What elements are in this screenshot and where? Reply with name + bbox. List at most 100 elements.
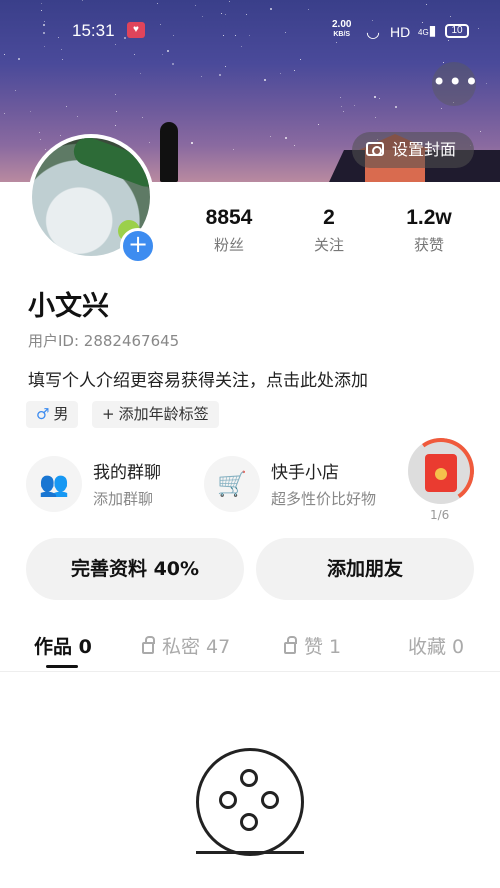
cover-star: [76, 115, 78, 117]
cover-star: [294, 144, 296, 146]
cover-star: [293, 70, 295, 72]
active-tab-indicator: [46, 665, 78, 668]
stat-fans-value: 8854: [205, 206, 253, 229]
plus-icon: +: [127, 230, 149, 258]
more-dots-icon: •••: [432, 68, 481, 96]
tab-works[interactable]: 作品 0: [34, 632, 92, 659]
cover-star: [486, 83, 488, 85]
cover-star: [4, 113, 6, 115]
status-bar: 15:31 ♥ 2.00 KB/S ◡ HD 4G▮ 10: [0, 0, 500, 62]
reel-hole: [261, 791, 279, 809]
cover-star: [225, 65, 227, 67]
kuaishou-shop[interactable]: 🛒 快手小店 超多性价比好物: [204, 454, 404, 514]
tab-private-label: 私密 47: [162, 636, 231, 658]
cover-person-silhouette: [160, 122, 178, 182]
cover-star: [172, 62, 175, 65]
camera-icon: [366, 142, 384, 156]
stat-fans-label: 粉丝: [213, 236, 244, 254]
tab-favorites[interactable]: 收藏 0: [408, 632, 464, 659]
complete-profile-button[interactable]: 完善资料 40%: [26, 538, 244, 600]
tab-liked[interactable]: 赞 1: [284, 632, 341, 659]
cover-star: [39, 138, 41, 140]
red-envelope-widget[interactable]: [402, 432, 480, 510]
reel-hole: [240, 769, 258, 787]
set-cover-label: 设置封面: [392, 140, 457, 159]
cover-star: [375, 117, 377, 119]
film-reel-tail: [196, 851, 304, 854]
set-cover-button[interactable]: 设置封面: [352, 132, 474, 168]
app-notification-icon: ♥: [127, 22, 145, 38]
male-icon: ♂: [36, 405, 50, 423]
cover-star: [317, 124, 319, 126]
stat-likes-value: 1.2w: [406, 206, 452, 229]
battery-level: 10: [451, 25, 463, 36]
stat-following-value: 2: [323, 206, 335, 229]
cover-star: [340, 97, 342, 99]
cover-star: [116, 110, 118, 112]
status-time: 15:31: [72, 21, 115, 40]
network-speed: 2.00 KB/S: [332, 20, 351, 40]
signal-icon: 4G▮: [418, 22, 437, 38]
tab-liked-label: 赞 1: [304, 636, 342, 658]
reel-hole: [240, 813, 258, 831]
hd-label: HD: [390, 24, 411, 40]
cover-star: [114, 124, 116, 126]
profile-intro[interactable]: 填写个人介绍更容易获得关注，点击此处添加: [28, 366, 368, 391]
shop-title: 快手小店: [271, 463, 339, 483]
cover-star: [14, 90, 16, 92]
cover-star: [149, 142, 151, 144]
my-group-chat[interactable]: 👥 我的群聊 添加群聊: [26, 454, 196, 514]
cover-star: [285, 137, 288, 140]
stat-following[interactable]: 2 关注: [279, 206, 379, 255]
battery-icon: 10: [445, 24, 469, 38]
add-friend-button[interactable]: 添加朋友: [256, 538, 474, 600]
cover-star: [114, 94, 116, 96]
user-id[interactable]: 用户ID: 2882467645: [28, 330, 179, 351]
stat-likes[interactable]: 1.2w 获赞: [379, 206, 479, 255]
group-chat-subtitle: 添加群聊: [93, 490, 154, 508]
group-users-icon: 👥: [26, 456, 82, 512]
avatar-add-button[interactable]: +: [120, 228, 156, 264]
cover-star: [340, 106, 342, 108]
cover-star: [441, 108, 443, 110]
red-envelope-count: 1/6: [430, 508, 450, 522]
cover-star: [191, 141, 194, 144]
add-age-tag-button[interactable]: + 添加年龄标签: [92, 401, 219, 428]
reel-hole: [219, 791, 237, 809]
lock-icon: [284, 636, 297, 654]
stat-following-label: 关注: [313, 236, 344, 254]
cover-star: [30, 111, 32, 113]
cover-star: [201, 76, 203, 78]
cover-star: [60, 134, 62, 136]
more-options-button[interactable]: •••: [432, 62, 478, 106]
cover-star: [65, 106, 67, 108]
cover-star: [373, 96, 376, 99]
stat-fans[interactable]: 8854 粉丝: [179, 206, 279, 255]
gender-tag[interactable]: ♂ 男: [26, 401, 79, 428]
cover-star: [269, 135, 271, 137]
cover-star: [233, 148, 235, 150]
wifi-icon: ◡: [366, 24, 380, 41]
network-speed-unit: KB/S: [333, 31, 351, 38]
cover-star: [44, 148, 46, 150]
lock-icon: [142, 636, 155, 654]
cover-star: [480, 131, 482, 133]
add-age-label: 添加年龄标签: [118, 405, 209, 423]
shopping-cart-icon: 🛒: [204, 456, 260, 512]
cover-star: [280, 73, 282, 75]
red-envelope-icon: [425, 454, 457, 492]
shop-subtitle: 超多性价比好物: [271, 490, 377, 508]
profile-name: 小文兴: [28, 291, 109, 322]
cover-star: [139, 73, 141, 75]
stat-likes-label: 获赞: [413, 236, 444, 254]
cover-star: [395, 106, 398, 109]
cover-star: [142, 117, 144, 119]
cover-star: [263, 79, 266, 82]
cover-star: [342, 110, 344, 112]
cover-star: [353, 104, 355, 106]
profile-tabs: 作品 0 私密 47 赞 1 收藏 0: [0, 628, 500, 672]
tab-private[interactable]: 私密 47: [142, 632, 230, 659]
network-speed-value: 2.00: [332, 19, 352, 30]
plus-icon: +: [102, 405, 115, 423]
cover-star: [39, 131, 41, 133]
